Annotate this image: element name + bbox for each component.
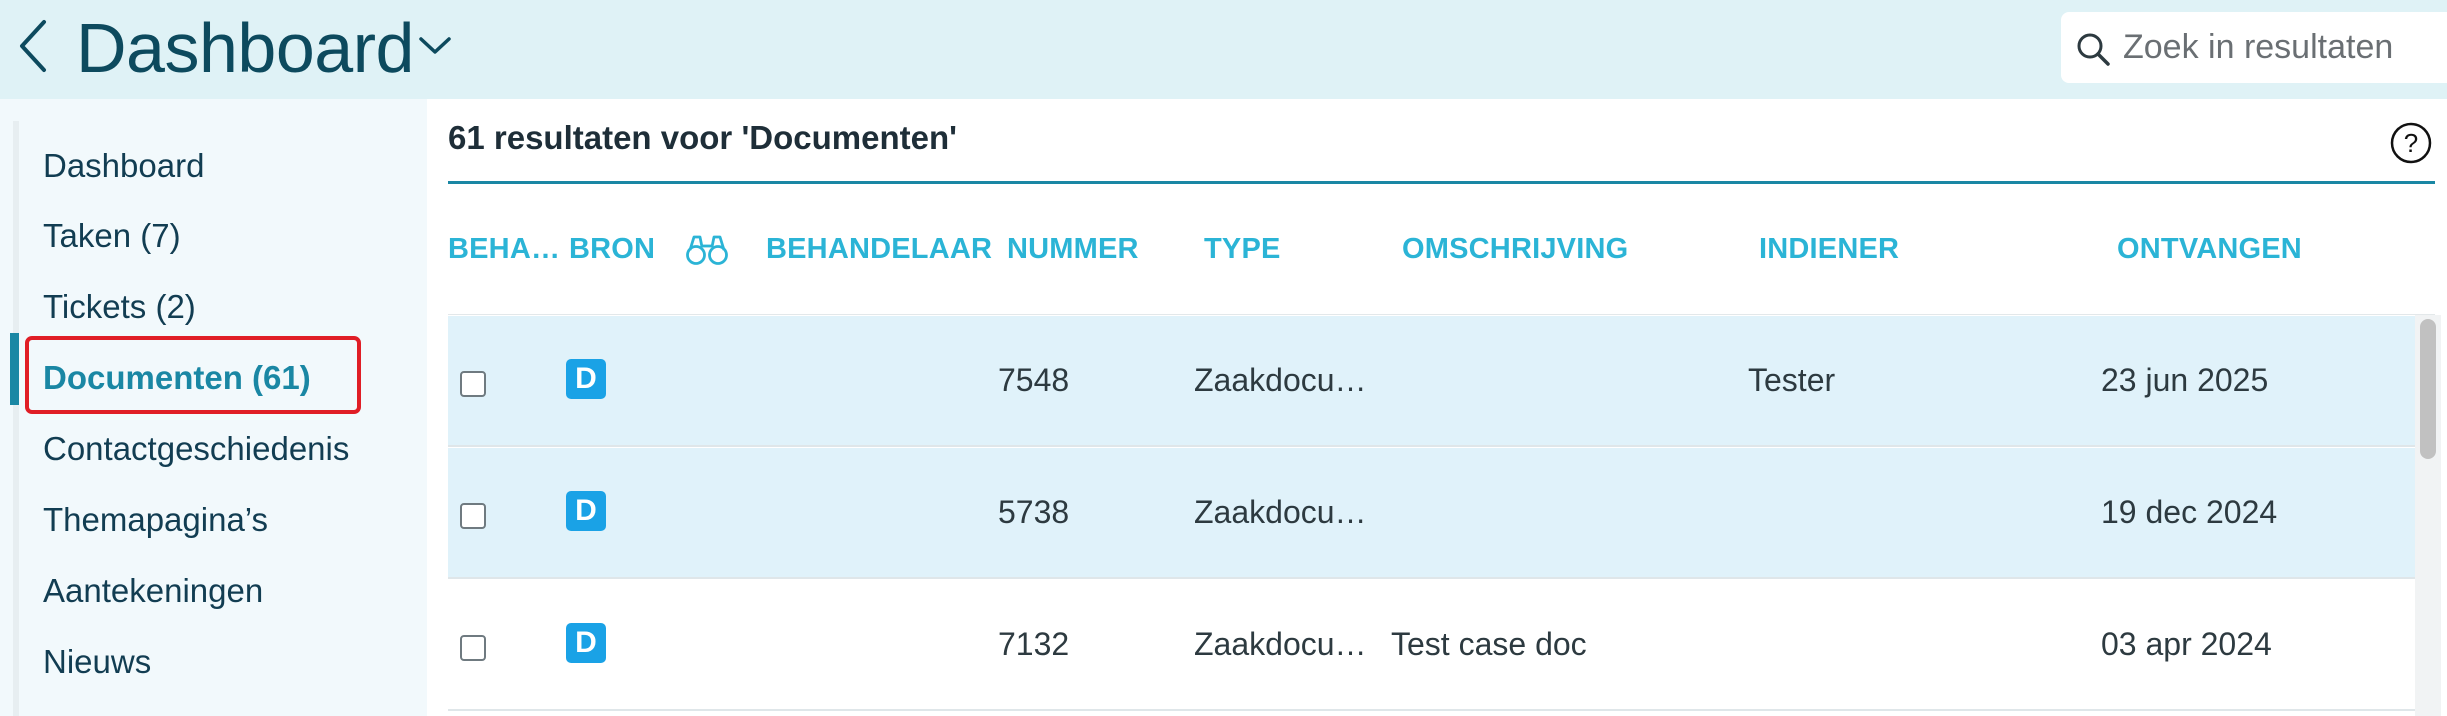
cell-number: 7548 xyxy=(998,362,1070,398)
column-header-indiener[interactable]: INDIENER xyxy=(1759,232,1899,266)
sidebar-item-taken[interactable]: Taken (7) xyxy=(43,216,181,256)
table-row[interactable]: D 5738 Zaakdocu… 19 dec 2024 xyxy=(448,448,2415,579)
chevron-down-icon[interactable] xyxy=(417,33,453,57)
scrollbar-thumb[interactable] xyxy=(2420,319,2436,459)
source-badge: D xyxy=(566,623,606,663)
column-header-bron[interactable]: BRON xyxy=(569,232,655,266)
cell-received: 23 jun 2025 xyxy=(2101,362,2269,398)
table-row[interactable]: D 7132 Zaakdocu… Test case doc 03 apr 20… xyxy=(448,580,2415,711)
active-item-marker xyxy=(10,333,19,405)
row-checkbox[interactable] xyxy=(460,371,486,397)
cell-type: Zaakdocu… xyxy=(1194,362,1367,398)
sidebar-item-dashboard[interactable]: Dashboard xyxy=(43,146,204,186)
search-icon xyxy=(2077,33,2110,66)
sidebar: Dashboard Taken (7) Tickets (2) Document… xyxy=(0,99,427,716)
cell-received: 19 dec 2024 xyxy=(2101,494,2278,530)
highlight-box xyxy=(25,336,361,414)
title-divider xyxy=(448,181,2435,184)
sidebar-item-aantekeningen[interactable]: Aantekeningen xyxy=(43,571,263,611)
source-badge: D xyxy=(566,359,606,399)
column-header-omschrijving[interactable]: OMSCHRIJVING xyxy=(1402,232,1628,266)
results-scrollbar[interactable] xyxy=(2415,315,2441,716)
main-content: 61 resultaten voor 'Documenten' ? BEHA… … xyxy=(427,99,2447,716)
page-title: Dashboard xyxy=(76,9,414,87)
row-checkbox[interactable] xyxy=(460,635,486,661)
cell-type: Zaakdocu… xyxy=(1194,494,1367,530)
column-header-ontvangen[interactable]: ONTVANGEN xyxy=(2117,232,2302,266)
sidebar-item-nieuws[interactable]: Nieuws xyxy=(43,642,151,682)
help-icon[interactable]: ? xyxy=(2389,121,2433,165)
top-header: Dashboard xyxy=(0,0,2447,99)
cell-number: 5738 xyxy=(998,494,1070,530)
column-header-nummer[interactable]: NUMMER xyxy=(1007,232,1139,266)
cell-type: Zaakdocu… xyxy=(1194,626,1367,662)
column-header-type[interactable]: TYPE xyxy=(1204,232,1281,266)
chevron-left-icon[interactable] xyxy=(16,18,50,74)
cell-submitter: Tester xyxy=(1748,362,1836,398)
binoculars-icon[interactable] xyxy=(685,229,729,269)
cell-number: 7132 xyxy=(998,626,1070,662)
search-input[interactable] xyxy=(2123,12,2443,83)
sidebar-item-themapaginas[interactable]: Themapagina’s xyxy=(43,500,268,540)
header-divider xyxy=(448,314,2435,315)
column-header-beha[interactable]: BEHA… xyxy=(448,232,560,266)
svg-text:?: ? xyxy=(2404,128,2418,158)
sidebar-rail xyxy=(13,121,19,716)
results-title: 61 resultaten voor 'Documenten' xyxy=(448,119,957,156)
table-row[interactable]: D 7548 Zaakdocu… Tester 23 jun 2025 xyxy=(448,316,2415,447)
cell-description: Test case doc xyxy=(1391,626,1587,662)
column-header-behandelaar[interactable]: BEHANDELAAR xyxy=(766,232,992,266)
cell-received: 03 apr 2024 xyxy=(2101,626,2272,662)
row-checkbox[interactable] xyxy=(460,503,486,529)
source-badge: D xyxy=(566,491,606,531)
search-box xyxy=(2061,12,2447,83)
sidebar-item-tickets[interactable]: Tickets (2) xyxy=(43,287,196,327)
sidebar-item-contactgeschiedenis[interactable]: Contactgeschiedenis xyxy=(43,429,349,469)
